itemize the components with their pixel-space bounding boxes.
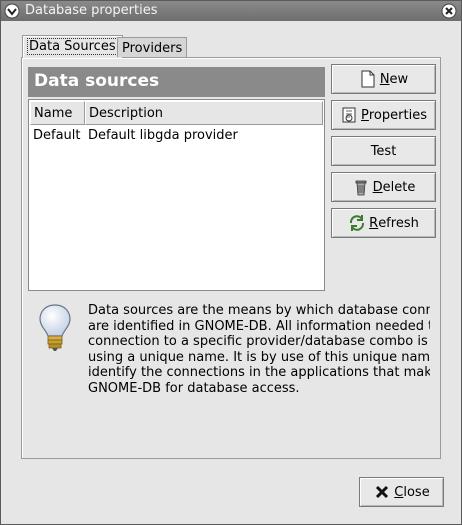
info-line: using a unique name. It is by use of thi…: [88, 349, 430, 365]
data-sources-list[interactable]: Name Description Default Default libgda …: [28, 99, 325, 291]
column-header-description[interactable]: Description: [85, 101, 323, 125]
properties-icon: [342, 107, 356, 123]
data-sources-header: Data sources: [28, 67, 325, 97]
table-row-name[interactable]: Default: [33, 128, 81, 143]
new-button[interactable]: New: [331, 64, 436, 94]
refresh-button[interactable]: Refresh: [331, 208, 436, 238]
tab-data-sources-label: Data Sources: [27, 38, 118, 55]
info-line: connection to a specific provider/databa…: [88, 334, 428, 349]
window-close-icon[interactable]: [441, 3, 457, 19]
close-button[interactable]: Close: [359, 477, 444, 507]
lightbulb-icon: [39, 304, 71, 351]
database-properties-window: Database properties Data Sources Provide…: [0, 0, 462, 525]
window-menu-chevron-icon[interactable]: [4, 3, 20, 19]
tab-providers-label: Providers: [122, 41, 183, 56]
trash-icon: [355, 180, 367, 196]
new-document-icon: [361, 70, 375, 88]
info-line: Data sources are the means by which data…: [88, 303, 430, 318]
tab-data-sources[interactable]: Data Sources: [22, 35, 123, 58]
column-header-name[interactable]: Name: [30, 101, 85, 125]
window-title: Database properties: [25, 3, 158, 18]
table-row-description[interactable]: Default libgda provider: [88, 128, 238, 143]
test-button[interactable]: Test: [331, 136, 436, 166]
info-line: GNOME-DB for database access.: [88, 380, 300, 396]
refresh-icon: [350, 215, 365, 231]
properties-button[interactable]: Properties: [331, 100, 436, 130]
info-line: identify the connections in the applicat…: [88, 365, 430, 380]
info-line: are identified in GNOME-DB. All informat…: [88, 318, 430, 334]
delete-button[interactable]: Delete: [331, 172, 436, 202]
title-bar[interactable]: Database properties: [1, 1, 461, 21]
tab-providers[interactable]: Providers: [117, 37, 188, 57]
info-description: Data sources are the means by which data…: [88, 303, 430, 403]
close-x-icon: [376, 485, 389, 499]
